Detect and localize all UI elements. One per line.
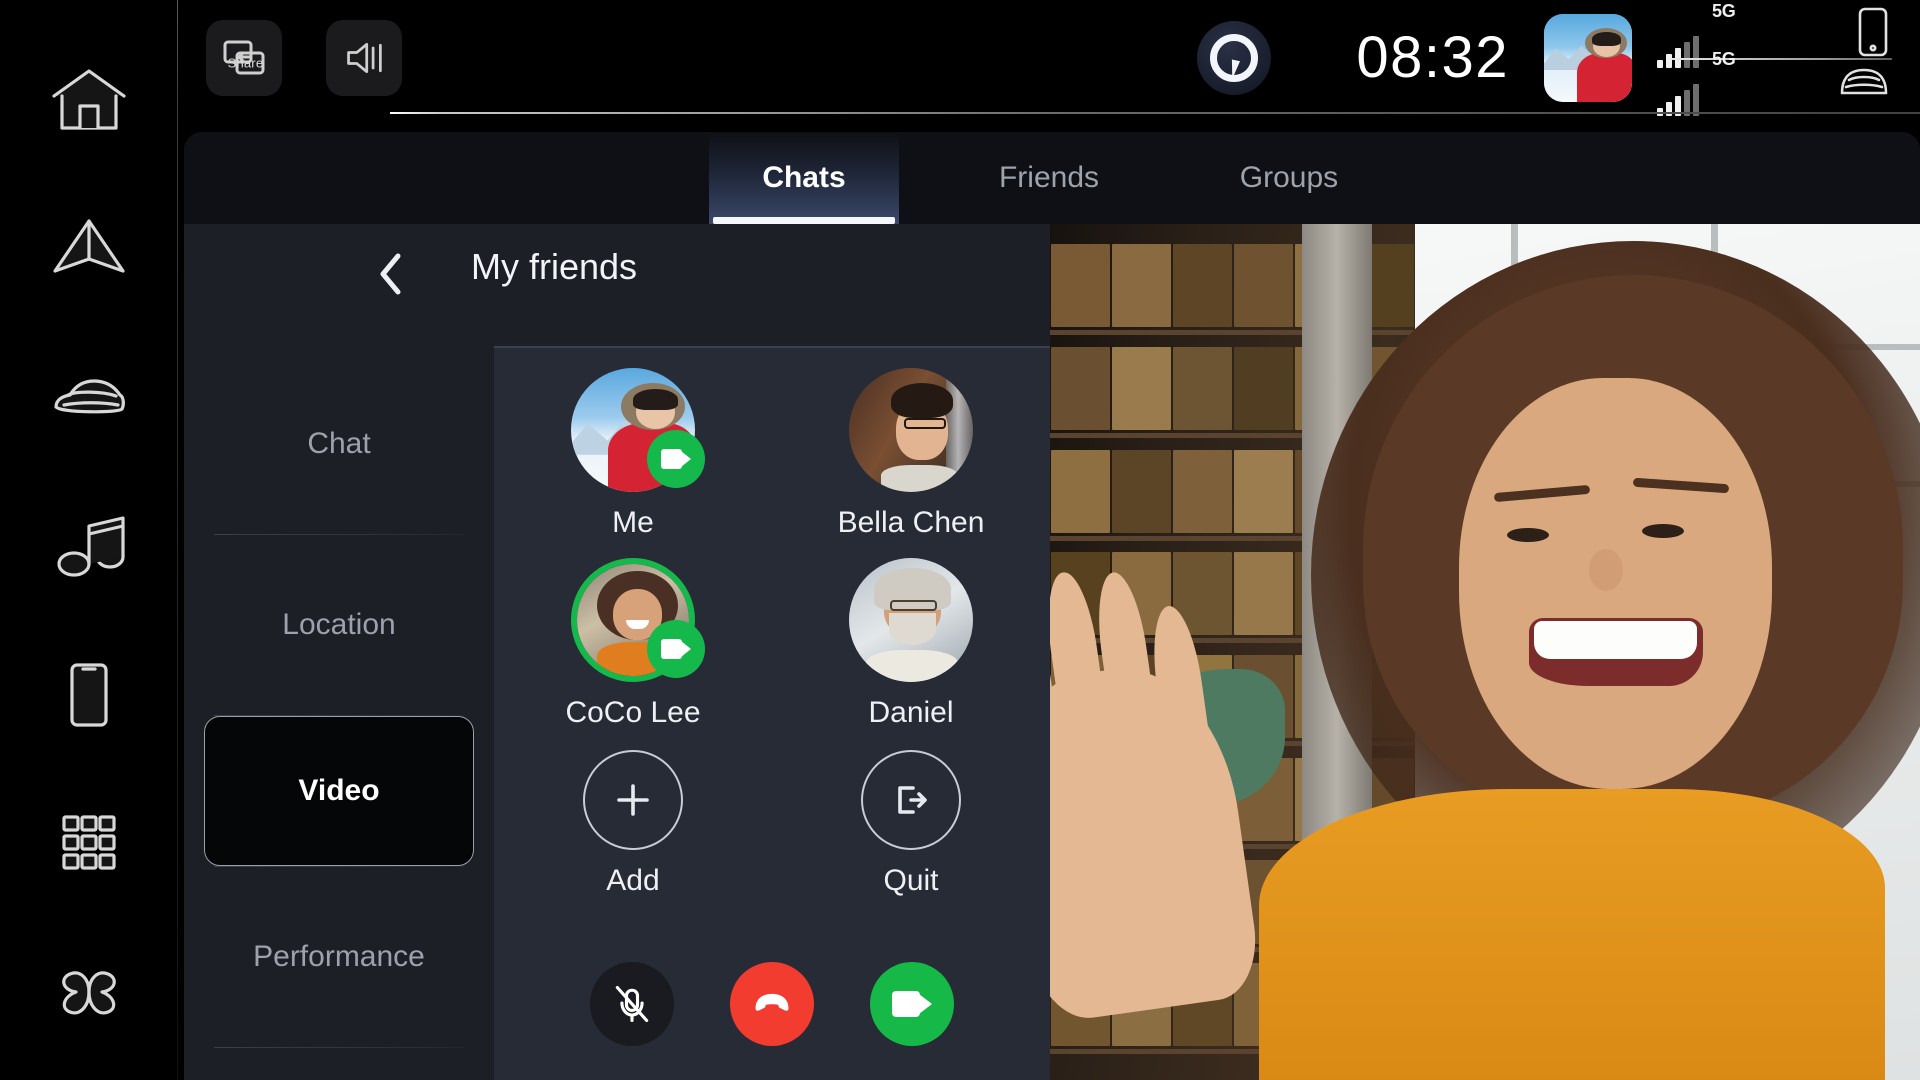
messaging-app-panel: Chats Friends Groups My friends Chat Loc…: [184, 132, 1920, 1080]
status-bar-rule: [390, 112, 1920, 114]
sidebar-divider: [177, 0, 178, 1080]
video-on-badge: [647, 620, 705, 678]
plus-icon[interactable]: [583, 750, 683, 850]
participant-avatar-wrap[interactable]: [571, 558, 705, 682]
menu-item-video[interactable]: Video: [204, 716, 474, 866]
status-clock: 08:32: [1356, 25, 1509, 90]
participant-daniel[interactable]: Daniel: [772, 558, 1050, 730]
person-eye: [1506, 527, 1549, 542]
voice-assistant-icon[interactable]: [1197, 21, 1271, 95]
participants-grid: Me Bella Chen CoCo Lee Daniel Add Quit: [494, 368, 1050, 898]
participant-name: Bella Chen: [837, 506, 985, 539]
network-label-car: 5G: [1712, 48, 1736, 69]
participant-bella-chen[interactable]: Bella Chen: [772, 368, 1050, 540]
participant-name: Daniel: [868, 696, 954, 729]
participant-avatar-wrap[interactable]: [571, 368, 705, 492]
exit-icon[interactable]: [861, 750, 961, 850]
sidebar-item-climate[interactable]: [39, 944, 139, 1040]
call-control-bar: [494, 962, 1050, 1046]
person-eye: [1641, 523, 1684, 538]
tab-groups[interactable]: Groups: [1194, 132, 1384, 224]
menu-item-chat-label: Chat: [307, 427, 371, 460]
add-label: Add: [606, 864, 660, 897]
participants-row: CoCo Lee Daniel: [494, 558, 1050, 730]
add-participant-action[interactable]: Add: [494, 750, 772, 898]
app-body: My friends Chat Location Video Performan…: [184, 224, 1920, 1080]
tab-groups-label: Groups: [1239, 161, 1339, 194]
video-call-feed[interactable]: [1050, 224, 1920, 1080]
tab-chats-label: Chats: [762, 161, 846, 194]
sidebar-item-home[interactable]: [39, 52, 139, 148]
tab-chats[interactable]: Chats: [709, 132, 899, 224]
participant-name: Me: [612, 506, 654, 539]
avatar-bella: [849, 368, 973, 492]
person-hoodie: [1258, 788, 1886, 1080]
tab-bar: Chats Friends Groups: [184, 132, 1920, 224]
sidebar-item-vehicle[interactable]: [39, 349, 139, 445]
menu-item-chat[interactable]: Chat: [204, 354, 474, 534]
menu-divider: [214, 1047, 464, 1048]
menu-item-performance[interactable]: Performance: [204, 867, 474, 1047]
sidebar-item-navigation[interactable]: [39, 201, 139, 297]
network-label-phone: 5G: [1712, 0, 1736, 21]
menu-item-location[interactable]: Location: [204, 535, 474, 715]
volume-button[interactable]: [326, 20, 402, 96]
video-camera-icon[interactable]: [870, 962, 954, 1046]
quit-call-action[interactable]: Quit: [772, 750, 1050, 898]
actions-row: Add Quit: [494, 750, 1050, 898]
participant-avatar-wrap[interactable]: [849, 368, 973, 492]
friends-content-pane: My friends Chat Location Video Performan…: [184, 224, 1050, 1080]
menu-item-location-label: Location: [282, 608, 396, 641]
signal-row-car: 5G: [1654, 49, 1902, 116]
person-teeth: [1533, 621, 1698, 659]
mic-muted-icon[interactable]: [590, 962, 674, 1046]
smartphone-icon: [1856, 6, 1890, 63]
participant-name: CoCo Lee: [565, 696, 701, 729]
hangup-icon[interactable]: [730, 962, 814, 1046]
sidebar-item-phone[interactable]: [39, 647, 139, 743]
participant-me[interactable]: Me: [494, 368, 772, 540]
connectivity-indicators: 5G 5G: [1654, 1, 1902, 116]
participants-row: Me Bella Chen: [494, 368, 1050, 540]
section-menu: Chat Location Video Performance: [204, 354, 474, 1048]
share-label: Share: [227, 55, 264, 71]
menu-item-video-label: Video: [298, 774, 380, 807]
tab-friends[interactable]: Friends: [959, 132, 1139, 224]
infotainment-screen: Share 08:32 5G 5G Chats Friends Groups M…: [0, 0, 1920, 1080]
main-sidebar: [0, 0, 178, 1080]
page-title: My friends: [470, 246, 638, 287]
participant-coco-lee[interactable]: CoCo Lee: [494, 558, 772, 730]
participants-panel: Me Bella Chen CoCo Lee Daniel Add Quit: [494, 346, 1050, 1080]
avatar-daniel: [849, 558, 973, 682]
participant-avatar-wrap[interactable]: [849, 558, 973, 682]
sidebar-item-media[interactable]: [39, 498, 139, 594]
tab-friends-label: Friends: [998, 161, 1100, 194]
user-avatar[interactable]: [1544, 14, 1632, 102]
menu-item-performance-label: Performance: [253, 940, 425, 973]
screen-share-button[interactable]: Share: [206, 20, 282, 96]
video-on-badge: [647, 430, 705, 488]
quit-label: Quit: [883, 864, 939, 897]
sidebar-item-apps[interactable]: [39, 795, 139, 891]
signal-bars-car: [1657, 83, 1735, 116]
status-bar: Share 08:32 5G 5G: [178, 0, 1920, 116]
car-front-icon: [1838, 62, 1890, 103]
